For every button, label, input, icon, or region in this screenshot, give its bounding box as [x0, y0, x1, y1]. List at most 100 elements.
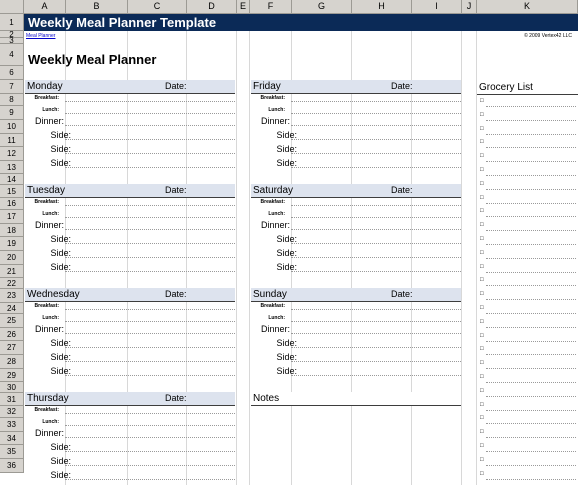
grocery-checkbox[interactable]: □ — [480, 360, 484, 366]
row-header-33[interactable]: 33 — [0, 418, 24, 432]
grocery-checkbox[interactable]: □ — [480, 471, 484, 477]
row-header-22[interactable]: 22 — [0, 278, 24, 289]
side-entry-saturday[interactable] — [291, 271, 461, 272]
grocery-checkbox[interactable]: □ — [480, 264, 484, 270]
column-header-k[interactable]: K — [477, 0, 578, 14]
side-entry-wednesday[interactable] — [65, 347, 235, 348]
side-entry-monday[interactable] — [65, 167, 235, 168]
grocery-checkbox[interactable]: □ — [480, 250, 484, 256]
side-entry-monday[interactable] — [65, 139, 235, 140]
column-header-i[interactable]: I — [412, 0, 462, 14]
breakfast-entry-saturday[interactable] — [291, 205, 461, 206]
row-header-36[interactable]: 36 — [0, 459, 24, 473]
breakfast-entry-thursday[interactable] — [65, 413, 235, 414]
row-header-35[interactable]: 35 — [0, 445, 24, 459]
grocery-checkbox[interactable]: □ — [480, 153, 484, 159]
side-entry-sunday[interactable] — [291, 375, 461, 376]
column-header-b[interactable]: B — [66, 0, 128, 14]
row-header-19[interactable]: 19 — [0, 237, 24, 251]
grocery-entry[interactable] — [486, 189, 576, 190]
grocery-entry[interactable] — [486, 410, 576, 411]
grocery-checkbox[interactable]: □ — [480, 139, 484, 145]
grocery-entry[interactable] — [486, 368, 576, 369]
dinner-entry-saturday[interactable] — [291, 229, 461, 230]
select-all-corner[interactable] — [0, 0, 24, 14]
row-header-17[interactable]: 17 — [0, 210, 24, 224]
source-link[interactable]: Meal Planner — [26, 33, 55, 39]
row-header-13[interactable]: 13 — [0, 161, 24, 174]
side-entry-thursday[interactable] — [65, 479, 235, 480]
grocery-entry[interactable] — [486, 134, 576, 135]
row-header-15[interactable]: 15 — [0, 185, 24, 198]
side-entry-friday[interactable] — [291, 153, 461, 154]
side-entry-tuesday[interactable] — [65, 271, 235, 272]
row-header-9[interactable]: 9 — [0, 106, 24, 120]
grocery-checkbox[interactable]: □ — [480, 126, 484, 132]
row-header-27[interactable]: 27 — [0, 341, 24, 355]
column-header-g[interactable]: G — [292, 0, 352, 14]
grocery-checkbox[interactable]: □ — [480, 195, 484, 201]
grocery-entry[interactable] — [486, 147, 576, 148]
side-entry-saturday[interactable] — [291, 243, 461, 244]
grocery-checkbox[interactable]: □ — [480, 112, 484, 118]
breakfast-entry-monday[interactable] — [65, 101, 235, 102]
breakfast-entry-tuesday[interactable] — [65, 205, 235, 206]
grocery-entry[interactable] — [486, 175, 576, 176]
grocery-entry[interactable] — [486, 341, 576, 342]
grocery-entry[interactable] — [486, 258, 576, 259]
grocery-entry[interactable] — [486, 437, 576, 438]
dinner-entry-wednesday[interactable] — [65, 333, 235, 334]
grocery-checkbox[interactable]: □ — [480, 305, 484, 311]
grocery-checkbox[interactable]: □ — [480, 415, 484, 421]
side-entry-thursday[interactable] — [65, 451, 235, 452]
row-header-1[interactable]: 1 — [0, 14, 24, 31]
row-header-26[interactable]: 26 — [0, 328, 24, 341]
row-header-34[interactable]: 34 — [0, 432, 24, 445]
grocery-checkbox[interactable]: □ — [480, 319, 484, 325]
lunch-entry-wednesday[interactable] — [65, 321, 235, 322]
grocery-checkbox[interactable]: □ — [480, 236, 484, 242]
grocery-entry[interactable] — [486, 161, 576, 162]
lunch-entry-friday[interactable] — [291, 113, 461, 114]
dinner-entry-sunday[interactable] — [291, 333, 461, 334]
grocery-checkbox[interactable]: □ — [480, 222, 484, 228]
grocery-checkbox[interactable]: □ — [480, 374, 484, 380]
grocery-checkbox[interactable]: □ — [480, 402, 484, 408]
row-header-29[interactable]: 29 — [0, 369, 24, 382]
grocery-entry[interactable] — [486, 285, 576, 286]
grocery-checkbox[interactable]: □ — [480, 167, 484, 173]
row-header-23[interactable]: 23 — [0, 289, 24, 303]
column-header-d[interactable]: D — [187, 0, 237, 14]
breakfast-entry-wednesday[interactable] — [65, 309, 235, 310]
column-header-j[interactable]: J — [462, 0, 477, 14]
row-header-14[interactable]: 14 — [0, 174, 24, 185]
grocery-entry[interactable] — [486, 451, 576, 452]
side-entry-saturday[interactable] — [291, 257, 461, 258]
row-header-16[interactable]: 16 — [0, 198, 24, 210]
lunch-entry-tuesday[interactable] — [65, 217, 235, 218]
row-header-32[interactable]: 32 — [0, 406, 24, 418]
grocery-entry[interactable] — [486, 244, 576, 245]
grocery-entry[interactable] — [486, 216, 576, 217]
grocery-entry[interactable] — [486, 106, 576, 107]
breakfast-entry-sunday[interactable] — [291, 309, 461, 310]
column-header-h[interactable]: H — [352, 0, 412, 14]
row-header-18[interactable]: 18 — [0, 224, 24, 237]
row-header-31[interactable]: 31 — [0, 393, 24, 406]
grocery-checkbox[interactable]: □ — [480, 208, 484, 214]
grocery-entry[interactable] — [486, 299, 576, 300]
side-entry-friday[interactable] — [291, 167, 461, 168]
row-header-6[interactable]: 6 — [0, 66, 24, 80]
grocery-checkbox[interactable]: □ — [480, 346, 484, 352]
grocery-entry[interactable] — [486, 230, 576, 231]
grocery-checkbox[interactable]: □ — [480, 98, 484, 104]
side-entry-monday[interactable] — [65, 153, 235, 154]
grocery-entry[interactable] — [486, 465, 576, 466]
lunch-entry-thursday[interactable] — [65, 425, 235, 426]
dinner-entry-thursday[interactable] — [65, 437, 235, 438]
grocery-checkbox[interactable]: □ — [480, 277, 484, 283]
row-header-12[interactable]: 12 — [0, 147, 24, 161]
dinner-entry-tuesday[interactable] — [65, 229, 235, 230]
breakfast-entry-friday[interactable] — [291, 101, 461, 102]
grocery-checkbox[interactable]: □ — [480, 333, 484, 339]
